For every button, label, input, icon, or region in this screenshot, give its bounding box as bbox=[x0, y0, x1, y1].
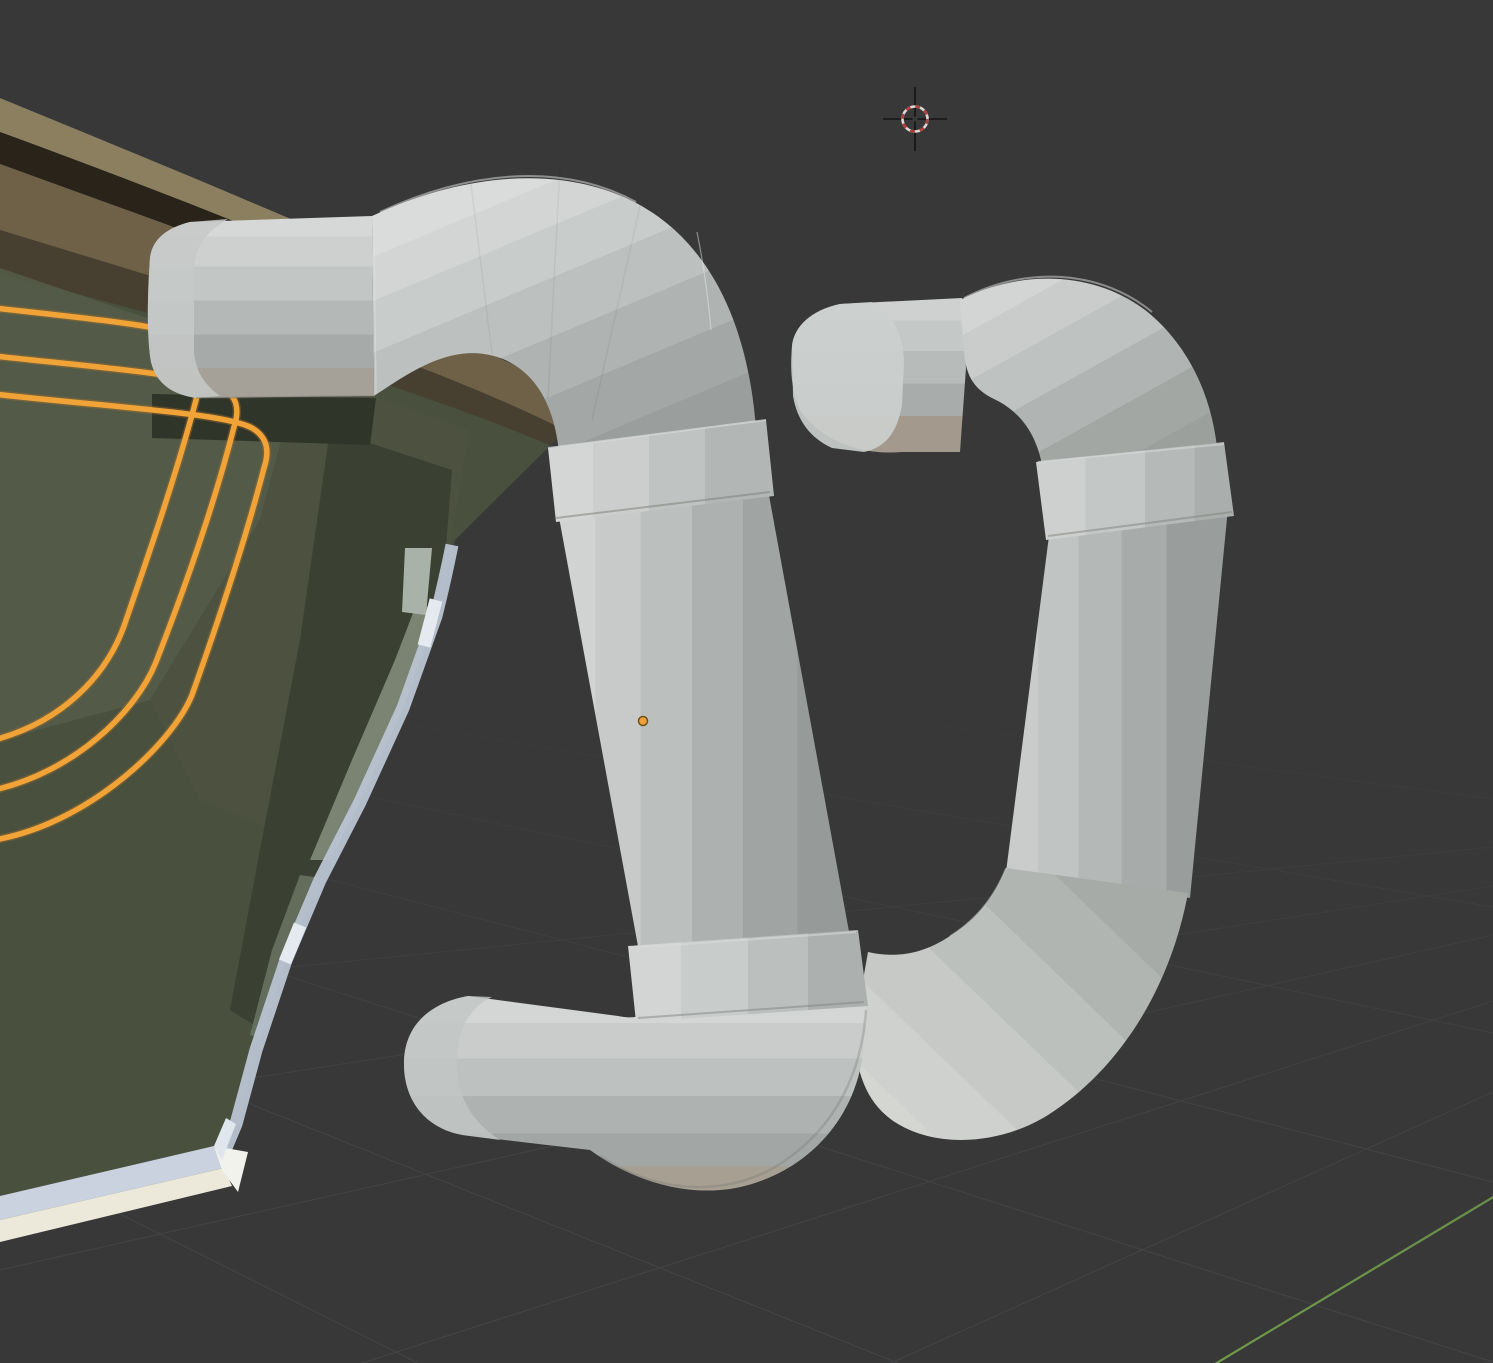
pipe-left-collar-bottom bbox=[628, 930, 868, 1022]
viewport-3d[interactable] bbox=[0, 0, 1493, 1363]
pipe-right-stub-cap bbox=[792, 302, 904, 452]
origin-dot[interactable] bbox=[639, 717, 648, 726]
cursor-center-gap bbox=[913, 117, 918, 122]
